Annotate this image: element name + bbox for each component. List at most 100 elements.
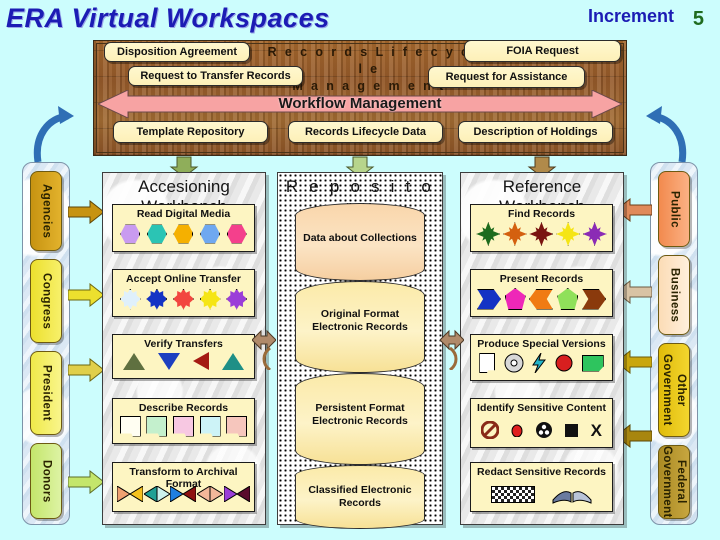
actor-federal-government[interactable]: Federal Government xyxy=(658,445,690,519)
callout-records-lifecycle-data[interactable]: Records Lifecycle Data xyxy=(288,121,443,143)
triangle-down-icon xyxy=(158,352,181,370)
task-read-digital-media[interactable]: Read Digital Media xyxy=(112,204,255,252)
bowtie-icon xyxy=(170,486,197,502)
task-verify-transfers[interactable]: Verify Transfers xyxy=(112,334,255,379)
callout-template-repository[interactable]: Template Repository xyxy=(113,121,268,143)
datastore-label: Original Format Electronic Records xyxy=(312,308,408,333)
actor-label: President xyxy=(40,364,53,421)
task-label: Redact Sensitive Records xyxy=(477,466,606,478)
actor-label: Agencies xyxy=(40,183,53,239)
actor-agencies[interactable]: Agencies xyxy=(30,171,62,251)
task-label: Produce Special Versions xyxy=(477,338,606,350)
actor-donors[interactable]: Donors xyxy=(30,443,62,519)
actor-president[interactable]: President xyxy=(30,351,62,435)
chevron-right-icon xyxy=(582,288,607,310)
hexagon-icon xyxy=(120,224,141,244)
task-redact-sensitive-records[interactable]: Redact Sensitive Records xyxy=(470,462,613,512)
task-accept-online-transfer[interactable]: Accept Online Transfer xyxy=(112,269,255,317)
icon-row xyxy=(475,482,608,506)
icon-row xyxy=(475,222,608,246)
actor-business[interactable]: Business xyxy=(658,255,690,335)
icon-row xyxy=(117,222,250,246)
title-line-1: Reference xyxy=(502,177,582,196)
arrow-donors-to-workbench xyxy=(68,470,104,494)
datastore-label: Classified Electronic Records xyxy=(308,484,412,509)
external-actors-right-panel: Public Business Other Government Federal… xyxy=(650,162,698,525)
task-present-records[interactable]: Present Records xyxy=(470,269,613,317)
actor-label: Donors xyxy=(40,459,53,503)
callout-foia-request[interactable]: FOIA Request xyxy=(464,40,621,62)
task-identify-sensitive-content[interactable]: Identify Sensitive Content X xyxy=(470,398,613,448)
icon-row xyxy=(117,349,250,373)
actor-congress[interactable]: Congress xyxy=(30,259,62,343)
datastore-persistent-format-electronic-records[interactable]: Persistent Format Electronic Records xyxy=(295,373,425,465)
callout-label: Records Lifecycle Data xyxy=(304,126,427,138)
black-square-icon xyxy=(565,423,579,437)
title-line-1: Accesioning xyxy=(138,177,230,196)
x-mark-icon: X xyxy=(590,420,602,440)
actor-label: Business xyxy=(668,267,681,323)
task-label: Read Digital Media xyxy=(136,208,231,220)
actor-label: Other Government xyxy=(661,354,687,426)
blue-inflow-arrow-left xyxy=(33,106,74,163)
document-icon xyxy=(119,415,141,437)
starburst-icon xyxy=(199,288,221,310)
callout-label: Request for Assistance xyxy=(445,71,568,83)
page-title: ERA Virtual Workspaces xyxy=(6,3,330,33)
arrow-president-to-workbench xyxy=(68,358,104,382)
diagram-canvas: ERA Virtual Workspaces Increment 5 R e c… xyxy=(0,0,720,540)
increment-label: Increment xyxy=(587,6,674,26)
datastore-label: Persistent Format Electronic Records xyxy=(312,402,408,427)
datastore-classified-electronic-records[interactable]: Classified Electronic Records xyxy=(295,465,425,529)
actor-label: Public xyxy=(668,190,681,228)
actor-public[interactable]: Public xyxy=(658,171,690,247)
starburst-icon xyxy=(226,288,248,310)
icon-row xyxy=(117,482,250,506)
callout-label: Template Repository xyxy=(136,126,245,138)
arrow-congress-to-workbench xyxy=(68,283,104,307)
hexagon-icon xyxy=(200,224,221,244)
callout-label: Request to Transfer Records xyxy=(140,70,291,82)
bowtie-icon xyxy=(223,486,250,502)
four-point-star-icon xyxy=(502,222,527,246)
triangle-left-icon xyxy=(192,352,209,370)
four-point-star-icon xyxy=(556,222,581,246)
reference-workbench-column: Reference Workbench Find Records Present… xyxy=(460,172,624,525)
callout-label: FOIA Request xyxy=(506,45,579,57)
task-find-records[interactable]: Find Records xyxy=(470,204,613,252)
task-produce-special-versions[interactable]: Produce Special Versions xyxy=(470,334,613,381)
triangle-up-icon xyxy=(123,352,146,370)
pentagon-icon xyxy=(504,288,526,310)
callout-request-to-transfer-records[interactable]: Request to Transfer Records xyxy=(128,66,303,86)
actor-other-government[interactable]: Other Government xyxy=(658,343,690,437)
callout-request-for-assistance[interactable]: Request for Assistance xyxy=(428,66,585,88)
callout-disposition-agreement[interactable]: Disposition Agreement xyxy=(104,42,250,62)
pentagon-icon xyxy=(557,288,579,310)
open-book-icon xyxy=(552,491,592,504)
starburst-icon xyxy=(146,288,168,310)
four-point-star-icon xyxy=(476,222,501,246)
task-describe-records[interactable]: Describe Records xyxy=(112,398,255,444)
external-actors-left-panel: Agencies Congress President Donors xyxy=(22,162,70,525)
callout-description-of-holdings[interactable]: Description of Holdings xyxy=(458,121,613,143)
document-icon xyxy=(199,415,221,437)
datastore-original-format-electronic-records[interactable]: Original Format Electronic Records xyxy=(295,281,425,373)
task-label: Find Records xyxy=(507,208,576,220)
hook-arrow-right-gap xyxy=(449,346,458,370)
starburst-icon xyxy=(172,288,194,310)
red-drop-icon xyxy=(511,424,523,437)
task-transform-to-archival-format[interactable]: Transform to Archival Format xyxy=(112,462,255,512)
icon-row xyxy=(475,287,608,311)
document-icon xyxy=(172,415,194,437)
bowtie-icon xyxy=(197,486,224,502)
green-note-icon xyxy=(581,354,604,372)
hexagon-icon xyxy=(226,224,247,244)
callout-label: Description of Holdings xyxy=(473,126,598,138)
cd-disc-icon xyxy=(504,353,524,373)
task-label: Identify Sensitive Content xyxy=(477,402,606,414)
blue-inflow-arrow-right xyxy=(646,106,687,163)
icon-row xyxy=(117,414,250,438)
task-label: Accept Online Transfer xyxy=(126,273,241,285)
datastore-data-about-collections[interactable]: Data about Collections xyxy=(295,203,425,281)
redaction-bar-icon xyxy=(491,485,536,503)
